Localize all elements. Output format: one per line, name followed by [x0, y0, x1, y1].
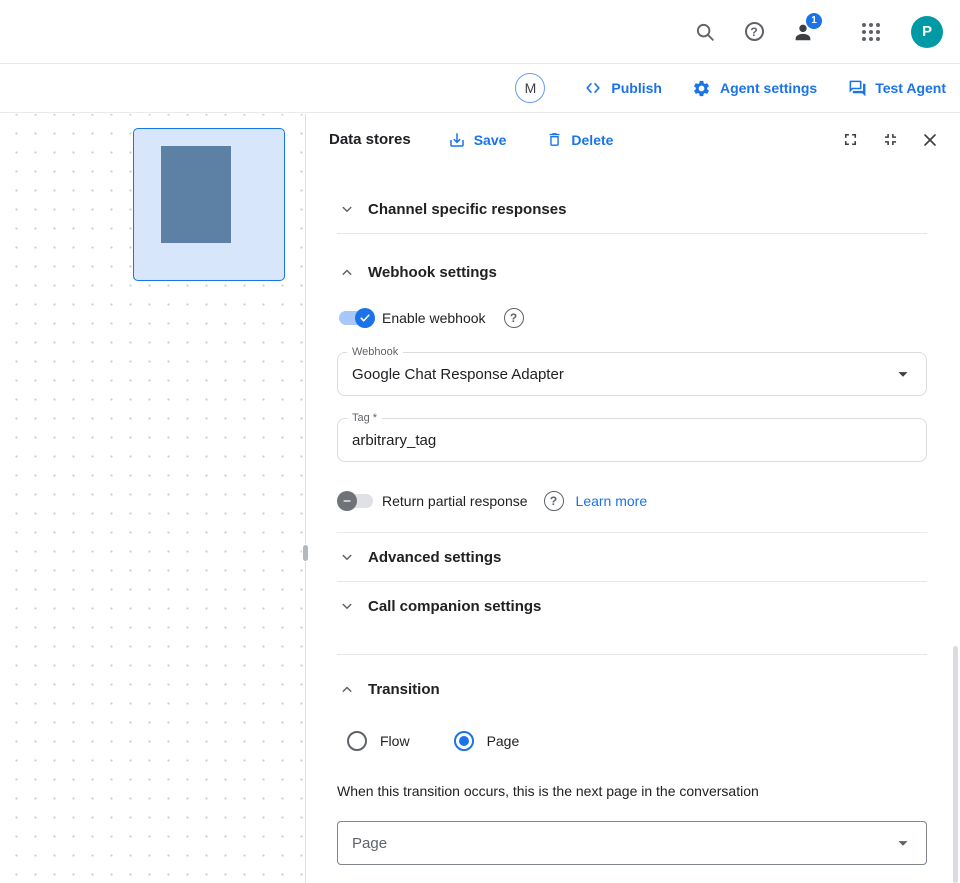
notification-badge: 1 — [806, 13, 822, 29]
radio-circle-selected — [454, 731, 474, 751]
section-call-companion-settings[interactable]: Call companion settings — [337, 582, 927, 630]
toggle-knob — [337, 491, 357, 511]
webhook-field-value: Google Chat Response Adapter — [352, 366, 892, 383]
webhook-field-label: Webhook — [347, 346, 403, 359]
save-icon — [447, 130, 467, 150]
chevron-up-icon — [337, 679, 357, 699]
delete-button[interactable]: Delete — [544, 130, 613, 150]
page-radio[interactable]: Page — [454, 731, 520, 751]
gear-icon — [692, 78, 712, 98]
section-title: Call companion settings — [368, 598, 541, 615]
agent-settings-button[interactable]: Agent settings — [692, 78, 817, 98]
enable-webhook-label: Enable webhook — [382, 310, 486, 326]
section-advanced-settings[interactable]: Advanced settings — [337, 533, 927, 581]
search-icon[interactable] — [693, 20, 717, 44]
webhook-select[interactable]: Webhook Google Chat Response Adapter — [337, 352, 927, 396]
question-mark-glyph: ? — [745, 22, 764, 41]
chat-icon — [847, 78, 867, 98]
chevron-up-icon — [337, 262, 357, 282]
apps-grid-dots — [862, 23, 880, 41]
toggle-knob — [355, 308, 375, 328]
notifications-person-icon[interactable]: 1 — [791, 20, 815, 44]
section-title: Advanced settings — [368, 549, 501, 566]
section-webhook-settings[interactable]: Webhook settings — [337, 248, 927, 296]
top-app-bar: ? 1 P — [0, 0, 960, 64]
page-select[interactable]: Page — [337, 821, 927, 865]
divider — [337, 233, 927, 234]
data-stores-panel: Data stores Save Delete — [307, 114, 960, 883]
dropdown-caret-icon — [892, 832, 914, 854]
chevron-down-icon — [337, 199, 357, 219]
partial-response-toggle[interactable] — [337, 491, 375, 511]
chevron-down-icon — [337, 547, 357, 567]
tag-field[interactable]: Tag * — [337, 418, 927, 462]
divider — [337, 654, 927, 655]
panel-window-controls — [840, 130, 940, 150]
panel-resize-handle[interactable] — [302, 544, 309, 562]
transition-target-radios: Flow Page — [337, 723, 927, 759]
partial-response-label: Return partial response — [382, 493, 528, 509]
save-button[interactable]: Save — [447, 130, 507, 150]
trash-icon — [544, 130, 564, 150]
close-icon[interactable] — [920, 130, 940, 150]
help-icon[interactable]: ? — [742, 20, 766, 44]
page-select-placeholder: Page — [352, 835, 892, 852]
enable-webhook-toggle[interactable] — [337, 308, 375, 328]
tag-field-label: Tag * — [347, 412, 382, 425]
flow-node[interactable] — [133, 128, 285, 281]
help-circle-icon[interactable]: ? — [504, 308, 524, 328]
test-agent-label: Test Agent — [875, 80, 946, 96]
agent-settings-label: Agent settings — [720, 80, 817, 96]
section-title: Channel specific responses — [368, 201, 566, 218]
flow-node-preview — [161, 146, 231, 243]
partial-response-row: Return partial response ? Learn more — [337, 484, 927, 518]
code-icon — [583, 78, 603, 98]
section-title: Webhook settings — [368, 264, 497, 281]
learn-more-link[interactable]: Learn more — [576, 493, 648, 509]
radio-circle — [347, 731, 367, 751]
account-avatar[interactable]: P — [911, 16, 943, 48]
apps-grid-icon[interactable] — [840, 20, 880, 44]
tag-input[interactable] — [352, 432, 914, 449]
section-title: Transition — [368, 681, 440, 698]
delete-label: Delete — [571, 132, 613, 148]
flow-canvas[interactable] — [0, 114, 306, 883]
fullscreen-icon[interactable] — [840, 130, 860, 150]
fullscreen-exit-icon[interactable] — [880, 130, 900, 150]
flow-radio[interactable]: Flow — [347, 731, 410, 751]
test-agent-button[interactable]: Test Agent — [847, 78, 946, 98]
save-label: Save — [474, 132, 507, 148]
agent-toolbar: M Publish Agent settings Test Agent — [0, 64, 960, 113]
publish-button[interactable]: Publish — [583, 78, 662, 98]
transition-description: When this transition occurs, this is the… — [337, 781, 927, 801]
collaborator-avatar[interactable]: M — [515, 73, 545, 103]
section-transition[interactable]: Transition — [337, 665, 927, 713]
section-channel-specific-responses[interactable]: Channel specific responses — [337, 185, 927, 233]
panel-title: Data stores — [329, 131, 411, 148]
flow-radio-label: Flow — [380, 733, 410, 749]
publish-label: Publish — [611, 80, 662, 96]
dropdown-caret-icon — [892, 363, 914, 385]
page-radio-label: Page — [487, 733, 520, 749]
enable-webhook-row: Enable webhook ? — [337, 302, 927, 334]
chevron-down-icon — [337, 596, 357, 616]
panel-body: Channel specific responses Webhook setti… — [307, 165, 960, 883]
scrollbar-thumb[interactable] — [953, 646, 958, 883]
panel-header: Data stores Save Delete — [307, 114, 960, 165]
help-circle-icon[interactable]: ? — [544, 491, 564, 511]
